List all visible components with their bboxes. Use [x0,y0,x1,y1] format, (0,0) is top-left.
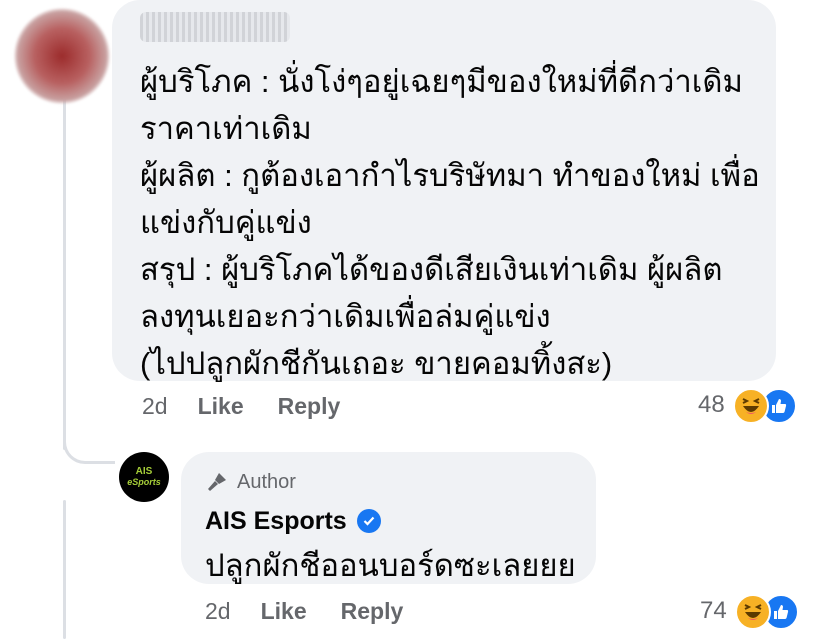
comment-text-line: ลงทุนเยอะกว่าเดิมเพื่อล่มคู่แข่ง [140,299,551,334]
comment-timestamp[interactable]: 2d [142,393,168,420]
comment-reactions[interactable]: 48 [698,388,797,424]
reply-actions: 2d Like Reply [205,598,437,625]
avatar-text-bottom: eSports [127,477,161,487]
comment-text-line: ผู้ผลิต : กูต้องเอากำไรบริษัทมา ทำของใหม… [140,158,760,193]
comment-text-line: ราคาเท่าเดิม [140,111,312,146]
reply-bubble: Author AIS Esports ปลูกผักชีออนบอร์ดซะเล… [181,452,596,584]
commenter-name-redacted[interactable] [140,12,290,42]
reply-author: AIS Esports [205,504,574,538]
avatar-text-top: AIS [135,466,153,477]
thread-line-lower [63,500,66,639]
comment-text-line: (ไปปลูกผักชีกันเถอะ ขายคอมทิ้งสะ) [140,346,613,381]
reaction-icons [734,594,799,630]
ais-esports-avatar[interactable]: AIS eSports [119,452,169,502]
microphone-icon [208,473,226,491]
like-button[interactable]: Like [261,598,307,625]
like-button[interactable]: Like [198,393,244,420]
reaction-icons [732,388,797,424]
comment-actions: 2d Like Reply [142,393,374,420]
commenter-avatar[interactable] [14,8,110,104]
reply-timestamp[interactable]: 2d [205,598,231,625]
author-badge: Author [205,468,574,496]
reply-button[interactable]: Reply [278,393,341,420]
haha-icon [734,594,771,630]
reaction-count: 48 [698,391,725,418]
reply-reactions[interactable]: 74 [700,594,799,630]
author-badge-label: Author [237,470,296,493]
reply-text: ปลูกผักชีออนบอร์ดซะเลยยย [205,548,576,583]
comment-text-line: แข่งกับคู่แข่ง [140,205,312,240]
verified-icon [356,509,381,533]
thread-connector [63,420,115,464]
reply-button[interactable]: Reply [341,598,404,625]
comment-text-line: ผู้บริโภค : นั่งโง่ๆอยู่เฉยๆมีของใหม่ที่… [140,64,743,99]
comment-bubble: ผู้บริโภค : นั่งโง่ๆอยู่เฉยๆมีของใหม่ที่… [112,0,776,381]
comment-text-line: สรุป : ผู้บริโภคได้ของดีเสียเงินเท่าเดิม… [140,252,723,287]
thread-line [63,90,66,450]
haha-icon [732,388,769,424]
reaction-count: 74 [700,597,727,624]
reply-author-name[interactable]: AIS Esports [205,507,347,536]
